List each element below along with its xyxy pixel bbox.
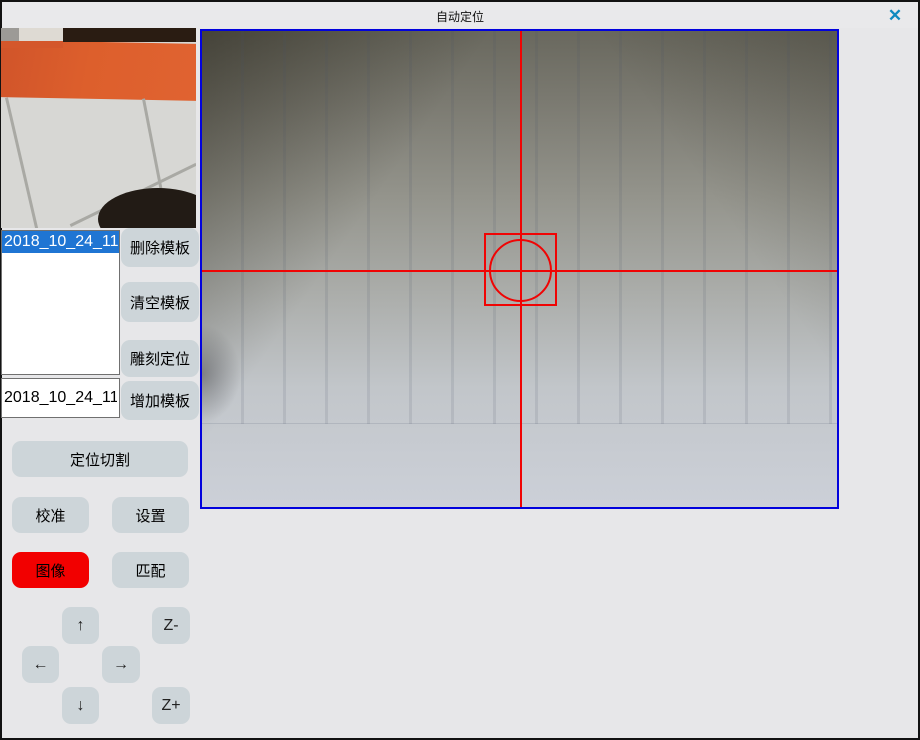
jog-right-button[interactable]: → [102, 646, 140, 683]
thumbnail-orange-board [1, 40, 196, 101]
add-template-button[interactable]: 增加模板 [121, 381, 199, 420]
auto-position-window: 自动定位 ✕ 2018_10_24_11 删除模板 清空模板 雕刻定位 增加模板… [0, 0, 920, 740]
settings-button[interactable]: 设置 [112, 497, 189, 533]
image-button[interactable]: 图像 [12, 552, 89, 588]
delete-template-button[interactable]: 删除模板 [121, 228, 199, 267]
position-cut-button[interactable]: 定位切割 [12, 441, 188, 477]
match-button[interactable]: 匹配 [112, 552, 189, 588]
close-icon[interactable]: ✕ [884, 5, 906, 27]
calibrate-button[interactable]: 校准 [12, 497, 89, 533]
engrave-position-button[interactable]: 雕刻定位 [121, 340, 199, 377]
camera-view [200, 29, 839, 509]
jog-z-plus-button[interactable]: Z+ [152, 687, 190, 724]
jog-z-minus-button[interactable]: Z- [152, 607, 190, 644]
jog-up-button[interactable]: ↑ [62, 607, 99, 644]
window-title: 自动定位 [2, 8, 918, 25]
clear-templates-button[interactable]: 清空模板 [121, 282, 199, 322]
template-list[interactable]: 2018_10_24_11 [1, 230, 120, 375]
jog-left-button[interactable]: ← [22, 646, 59, 683]
match-region-circle [489, 239, 552, 302]
template-thumbnail [1, 28, 196, 228]
list-item[interactable]: 2018_10_24_11 [2, 231, 119, 253]
title-bar: 自动定位 ✕ [2, 2, 918, 28]
jog-down-button[interactable]: ↓ [62, 687, 99, 724]
template-name-input[interactable] [1, 378, 120, 418]
